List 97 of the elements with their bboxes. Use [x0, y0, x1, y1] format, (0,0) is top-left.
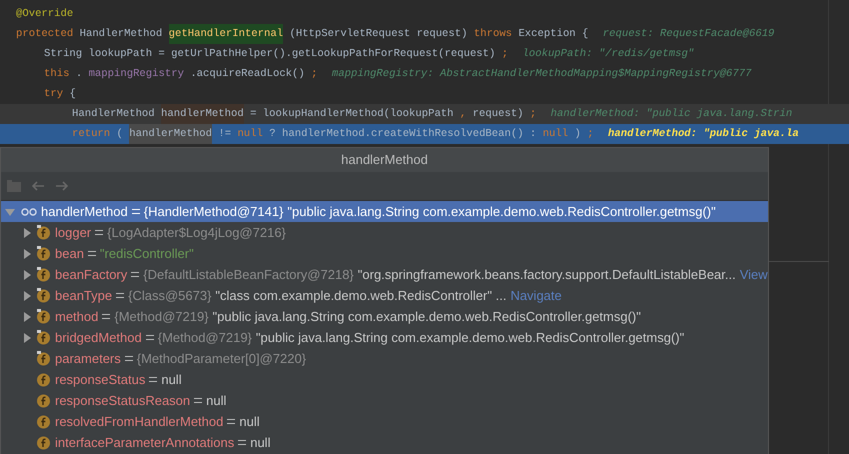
expand-arrow-icon[interactable]	[22, 290, 32, 300]
inline-value-hint: handlerMethod: "public java.lang.Strin	[550, 107, 792, 122]
code-text: (	[116, 127, 123, 142]
keyword: ;	[311, 67, 318, 82]
equals-icon	[116, 293, 124, 298]
expand-arrow-icon[interactable]	[22, 312, 32, 322]
inline-value-hint: mappingRegistry: AbstractHandlerMethodMapping$MappingRegistry@6777	[332, 67, 752, 82]
tree-node[interactable]: resolvedFromHandlerMethod null	[1, 411, 768, 432]
keyword: return	[72, 127, 110, 142]
code-text: )	[574, 127, 581, 142]
code-text: HandlerMethod	[72, 107, 155, 122]
equals-icon	[227, 419, 236, 424]
code-text: Exception {	[518, 27, 588, 42]
variable-value: "class com.example.demo.web.RedisController" ...	[215, 286, 506, 305]
code-text: HandlerMethod	[80, 27, 162, 42]
field-name: mappingRegistry	[88, 67, 184, 82]
tree-node[interactable]: handlerMethod {HandlerMethod@7141} "public java.lang.String com.example.demo.web.RedisController.getmsg()"	[1, 201, 768, 222]
keyword: try	[44, 87, 64, 102]
watch-icon	[21, 208, 37, 216]
tree-node[interactable]: parameters {MethodParameter[0]@7220}	[1, 348, 768, 369]
variable-value: null	[161, 370, 182, 389]
inline-value-hint: handlerMethod: "public java.la	[608, 127, 799, 142]
tree-node[interactable]: bean "redisController"	[1, 243, 768, 264]
variable-value: "org.springframework.beans.factory.support.DefaultListableBear...	[358, 266, 736, 284]
keyword: null	[237, 127, 263, 142]
variable-value: "public java.lang.String com.example.demo.web.RedisController.getmsg()"	[256, 328, 684, 347]
code-text: ? handlerMethod.createWithResolvedBean() :	[269, 127, 536, 142]
variable-name: responseStatus	[55, 370, 146, 389]
variable-name: handlerMethod	[129, 124, 212, 144]
tree-node[interactable]: responseStatus null	[1, 369, 768, 390]
tree-node[interactable]: responseStatusReason null	[1, 390, 768, 411]
variable-name: method	[55, 308, 98, 326]
object-reference: {DefaultListableBeanFactory@7218}	[143, 266, 354, 284]
variable-name: bean	[55, 244, 84, 263]
tree-node[interactable]: beanType {Class@5673} "class com.example.demo.web.RedisController" ... Navigate	[1, 285, 768, 306]
expand-arrow-icon[interactable]	[22, 270, 32, 280]
keyword: ,	[460, 107, 466, 122]
inline-value-hint: lookupPath: "/redis/getmsg"	[522, 47, 694, 62]
variable-name: bridgedMethod	[55, 328, 142, 347]
keyword: ;	[530, 107, 536, 122]
keyword: null	[542, 127, 568, 142]
keyword: throws	[474, 27, 512, 42]
keyword: ;	[502, 47, 508, 62]
method-name: getHandlerInternal	[168, 24, 284, 44]
tree-node[interactable]: interfaceParameterAnnotations null	[1, 432, 768, 453]
equals-icon	[149, 377, 158, 382]
equals-icon	[238, 440, 246, 445]
variable-name: handlerMethod	[161, 104, 244, 124]
equals-icon	[124, 356, 133, 361]
keyword: this	[44, 67, 70, 82]
object-reference: {HandlerMethod@7141}	[144, 202, 284, 221]
code-text: .acquireReadLock()	[190, 67, 305, 82]
variable-name: resolvedFromHandlerMethod	[55, 412, 224, 431]
code-text: String lookupPath = getUrlPathHelper().getLookupPathForRequest(request)	[44, 47, 496, 62]
variable-name: beanFactory	[55, 266, 128, 284]
variable-name: interfaceParameterAnnotations	[55, 434, 234, 452]
equals-icon	[95, 230, 104, 235]
keyword: ;	[587, 127, 594, 142]
object-reference: {LogAdapter$Log4jLog@7216}	[107, 224, 286, 242]
annotation: @Override	[16, 7, 74, 22]
expand-arrow-icon[interactable]	[22, 248, 32, 258]
variable-name: parameters	[55, 350, 121, 368]
equals-icon	[194, 398, 202, 403]
tree-node[interactable]: beanFactory {DefaultListableBeanFactory@7218} "org.springframework.beans.factory.support.DefaultListableBear... View	[1, 264, 768, 285]
variable-value: "public java.lang.String com.example.demo.web.RedisController.getmsg()"	[212, 308, 641, 326]
equals-icon	[131, 272, 140, 277]
popup-title: handlerMethod	[1, 148, 768, 172]
variable-name: beanType	[55, 286, 112, 305]
equals-icon	[88, 251, 96, 256]
variable-name: handlerMethod	[41, 202, 128, 221]
variable-name: responseStatusReason	[55, 392, 190, 410]
keyword: protected	[16, 27, 74, 42]
variable-value: null	[206, 392, 226, 410]
object-reference: {Class@5673}	[128, 286, 212, 305]
code-text: request)	[472, 107, 524, 122]
inline-value-hint: request: RequestFacade@6619	[602, 27, 774, 42]
object-reference: {Method@7219}	[114, 308, 209, 326]
code-text: {	[69, 87, 76, 102]
variable-value: null	[239, 412, 260, 431]
code-text: (HttpServletRequest request)	[289, 27, 468, 42]
variable-value: null	[250, 434, 270, 452]
code-text: .	[76, 67, 82, 82]
tree-node[interactable]: method {Method@7219} "public java.lang.String com.example.demo.web.RedisController.getmsg()"	[1, 306, 768, 327]
variable-name: logger	[55, 224, 92, 242]
object-reference: {Method@7219}	[158, 328, 252, 347]
code-text: = lookupHandlerMethod(lookupPath	[250, 107, 454, 122]
equals-icon	[146, 335, 154, 340]
expand-arrow-icon[interactable]	[22, 332, 32, 342]
variable-value: "redisController"	[100, 244, 194, 263]
equals-icon	[132, 209, 140, 214]
object-reference: {MethodParameter[0]@7220}	[136, 350, 306, 368]
tree-node[interactable]: logger {LogAdapter$Log4jLog@7216}	[1, 222, 768, 243]
equals-icon	[102, 314, 110, 319]
variable-value: "public java.lang.String com.example.demo.web.RedisController.getmsg()"	[287, 202, 716, 221]
code-text: !=	[218, 127, 232, 142]
expand-arrow-icon[interactable]	[22, 228, 32, 238]
tree-node[interactable]: bridgedMethod {Method@7219} "public java.lang.String com.example.demo.web.RedisController.getmsg()"	[1, 327, 768, 348]
